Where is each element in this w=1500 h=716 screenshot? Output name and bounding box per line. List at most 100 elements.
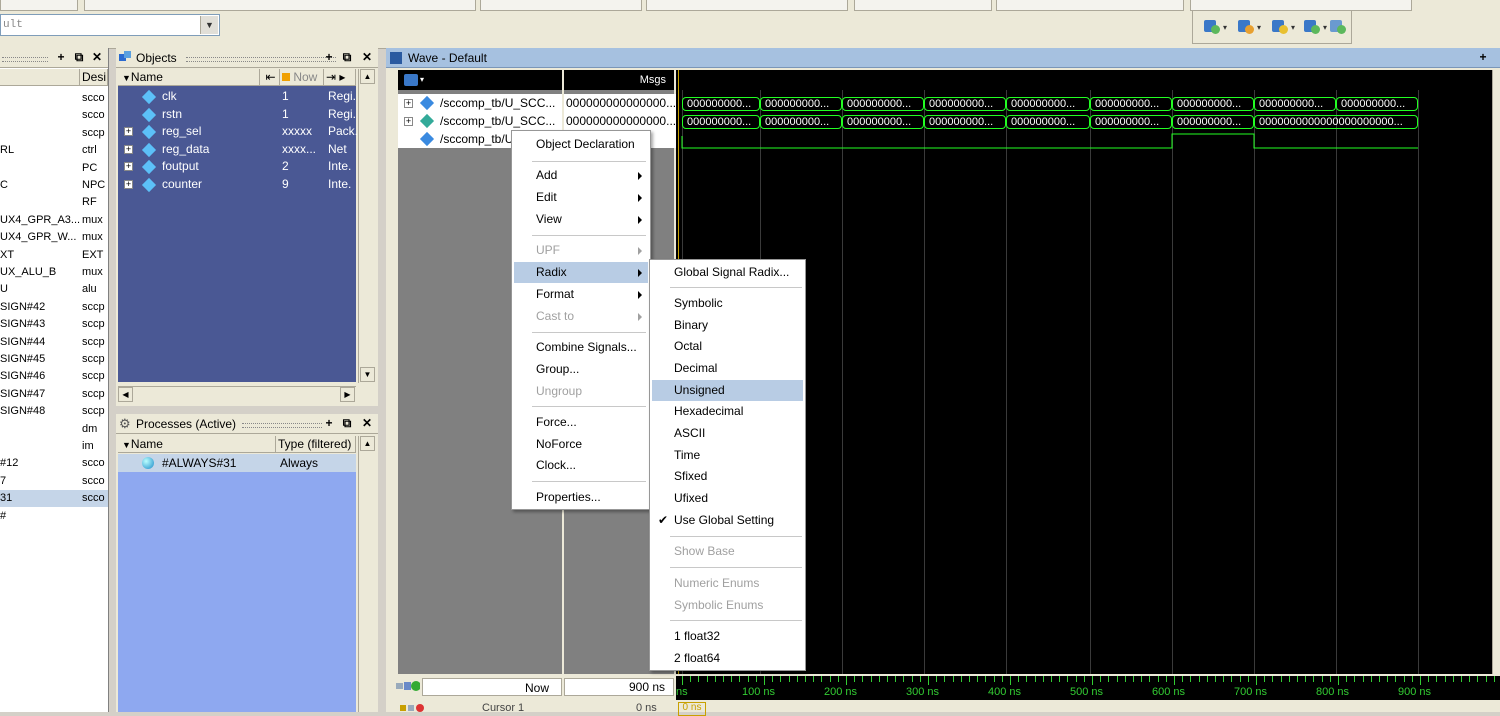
- menu-add[interactable]: Add: [514, 165, 648, 186]
- table-row[interactable]: sccp: [0, 125, 108, 142]
- processes-vscroll[interactable]: ▲: [358, 436, 377, 712]
- list-item[interactable]: rstn 1 Regi.: [118, 106, 356, 123]
- table-row[interactable]: UX4_GPR_W... mux: [0, 229, 108, 246]
- add-icon[interactable]: +: [1476, 50, 1490, 64]
- expand-icon[interactable]: +: [124, 127, 133, 136]
- add-icon[interactable]: +: [54, 50, 68, 64]
- objects-hscroll[interactable]: ◀ ▶: [118, 386, 356, 403]
- processes-col-type[interactable]: Type (filtered): [276, 436, 356, 453]
- menu-noforce[interactable]: NoForce: [514, 434, 648, 455]
- list-item[interactable]: + reg_data xxxx... Net: [118, 141, 356, 158]
- table-row[interactable]: SIGN#45 sccp: [0, 351, 108, 368]
- radix-sfixed[interactable]: Sfixed: [652, 466, 803, 487]
- chevron-down-icon[interactable]: ▼: [200, 16, 218, 34]
- list-item[interactable]: + foutput 2 Inte.: [118, 158, 356, 175]
- objects-col-name[interactable]: ▼Name: [118, 69, 260, 86]
- scroll-right-icon[interactable]: ▶: [340, 387, 355, 402]
- zoom-cursor-icon[interactable]: ▾: [1303, 18, 1327, 36]
- list-item[interactable]: + reg_sel xxxxx Pack.: [118, 123, 358, 140]
- list-item[interactable]: + counter 9 Inte.: [118, 176, 356, 193]
- table-row[interactable]: SIGN#46 sccp: [0, 368, 108, 385]
- zoom-in-icon[interactable]: ▾: [1203, 18, 1227, 36]
- objects-col-pin[interactable]: ⇤: [260, 69, 280, 86]
- scroll-down-icon[interactable]: ▼: [360, 367, 375, 382]
- table-row[interactable]: scco: [0, 90, 108, 107]
- expand-icon[interactable]: +: [124, 162, 133, 171]
- layout-combo[interactable]: ult ▼: [0, 14, 220, 36]
- table-row[interactable]: SIGN#42 sccp: [0, 299, 108, 316]
- menu-clock[interactable]: Clock...: [514, 455, 648, 476]
- add-icon[interactable]: +: [322, 50, 336, 64]
- menu-force[interactable]: Force...: [514, 412, 648, 433]
- radix-float64[interactable]: 2 float64: [652, 648, 803, 669]
- sim-col-design[interactable]: Desi: [80, 69, 108, 86]
- table-row[interactable]: im: [0, 438, 108, 455]
- scroll-left-icon[interactable]: ◀: [118, 387, 133, 402]
- expand-icon[interactable]: +: [404, 99, 413, 108]
- radix-ascii[interactable]: ASCII: [652, 423, 803, 444]
- expand-icon[interactable]: +: [124, 144, 133, 154]
- radix-decimal[interactable]: Decimal: [652, 358, 803, 379]
- chevron-down-icon[interactable]: ▾: [420, 75, 424, 84]
- radix-binary[interactable]: Binary: [652, 315, 803, 336]
- menu-upf[interactable]: UPF: [514, 240, 648, 261]
- table-row[interactable]: 31 scco: [0, 490, 108, 508]
- radix-float32[interactable]: 1 float32: [652, 626, 803, 647]
- table-row[interactable]: PC: [0, 160, 108, 177]
- zoom-last-icon[interactable]: [1329, 18, 1347, 36]
- menu-group[interactable]: Group...: [514, 359, 648, 380]
- drag-grip[interactable]: [2, 57, 48, 62]
- table-row[interactable]: dm: [0, 421, 108, 438]
- menu-combine-signals[interactable]: Combine Signals...: [514, 337, 648, 358]
- undock-icon[interactable]: ⧉: [340, 416, 354, 430]
- close-icon[interactable]: ✕: [90, 50, 104, 64]
- table-row[interactable]: SIGN#43 sccp: [0, 316, 108, 333]
- radix-symbolic-enums[interactable]: Symbolic Enums: [652, 595, 803, 616]
- drag-grip[interactable]: [242, 423, 322, 428]
- table-row[interactable]: RL ctrl: [0, 142, 108, 159]
- zoom-out-icon[interactable]: ▾: [1237, 18, 1261, 36]
- objects-col-now[interactable]: Now: [280, 69, 324, 86]
- radix-symbolic[interactable]: Symbolic: [652, 293, 803, 314]
- menu-properties[interactable]: Properties...: [514, 487, 648, 508]
- processes-col-name[interactable]: ▼Name: [118, 436, 276, 453]
- radix-unsigned[interactable]: Unsigned: [652, 380, 803, 401]
- menu-object-declaration[interactable]: Object Declaration: [514, 134, 648, 155]
- sim-col-instance[interactable]: [0, 69, 80, 86]
- objects-col-kind[interactable]: ⇥ ▸: [324, 69, 356, 86]
- cursor-tools-icon[interactable]: [400, 702, 424, 712]
- drag-grip[interactable]: [186, 57, 336, 62]
- radix-numeric-enums[interactable]: Numeric Enums: [652, 573, 803, 594]
- radix-ufixed[interactable]: Ufixed: [652, 488, 803, 509]
- table-row[interactable]: SIGN#48 sccp: [0, 403, 108, 420]
- undock-icon[interactable]: ⧉: [72, 50, 86, 64]
- scroll-up-icon[interactable]: ▲: [360, 69, 375, 84]
- table-row[interactable]: UX_ALU_B mux: [0, 264, 108, 281]
- objects-vscroll[interactable]: ▲ ▼: [358, 69, 377, 383]
- list-item[interactable]: clk 1 Regi.: [118, 88, 356, 105]
- add-icon[interactable]: +: [322, 416, 336, 430]
- expand-icon[interactable]: +: [404, 117, 413, 126]
- table-row[interactable]: UX4_GPR_A3... mux: [0, 212, 108, 229]
- table-row[interactable]: SIGN#47 sccp: [0, 386, 108, 403]
- table-row[interactable]: C NPC: [0, 177, 108, 194]
- close-icon[interactable]: ✕: [360, 50, 374, 64]
- table-row[interactable]: Ualu: [0, 281, 108, 298]
- signal-tools-icon[interactable]: [404, 74, 418, 86]
- menu-ungroup[interactable]: Ungroup: [514, 381, 648, 402]
- close-icon[interactable]: ✕: [360, 416, 374, 430]
- menu-radix[interactable]: Radix: [514, 262, 648, 283]
- menu-cast-to[interactable]: Cast to: [514, 306, 648, 327]
- scroll-up-icon[interactable]: ▲: [360, 436, 375, 451]
- radix-show-base[interactable]: Show Base: [652, 541, 803, 562]
- radix-hexadecimal[interactable]: Hexadecimal: [652, 401, 803, 422]
- zoom-full-icon[interactable]: ▾: [1271, 18, 1295, 36]
- wave-signal-row[interactable]: + /sccomp_tb/U_SCC...: [398, 94, 562, 112]
- menu-view[interactable]: View: [514, 209, 648, 230]
- table-row[interactable]: 7 scco: [0, 473, 108, 490]
- table-row[interactable]: scco: [0, 107, 108, 124]
- table-row[interactable]: SIGN#44 sccp: [0, 334, 108, 351]
- menu-edit[interactable]: Edit: [514, 187, 648, 208]
- table-row[interactable]: XT EXT: [0, 247, 108, 264]
- wave-signal-row[interactable]: + /sccomp_tb/U_SCC...: [398, 112, 562, 130]
